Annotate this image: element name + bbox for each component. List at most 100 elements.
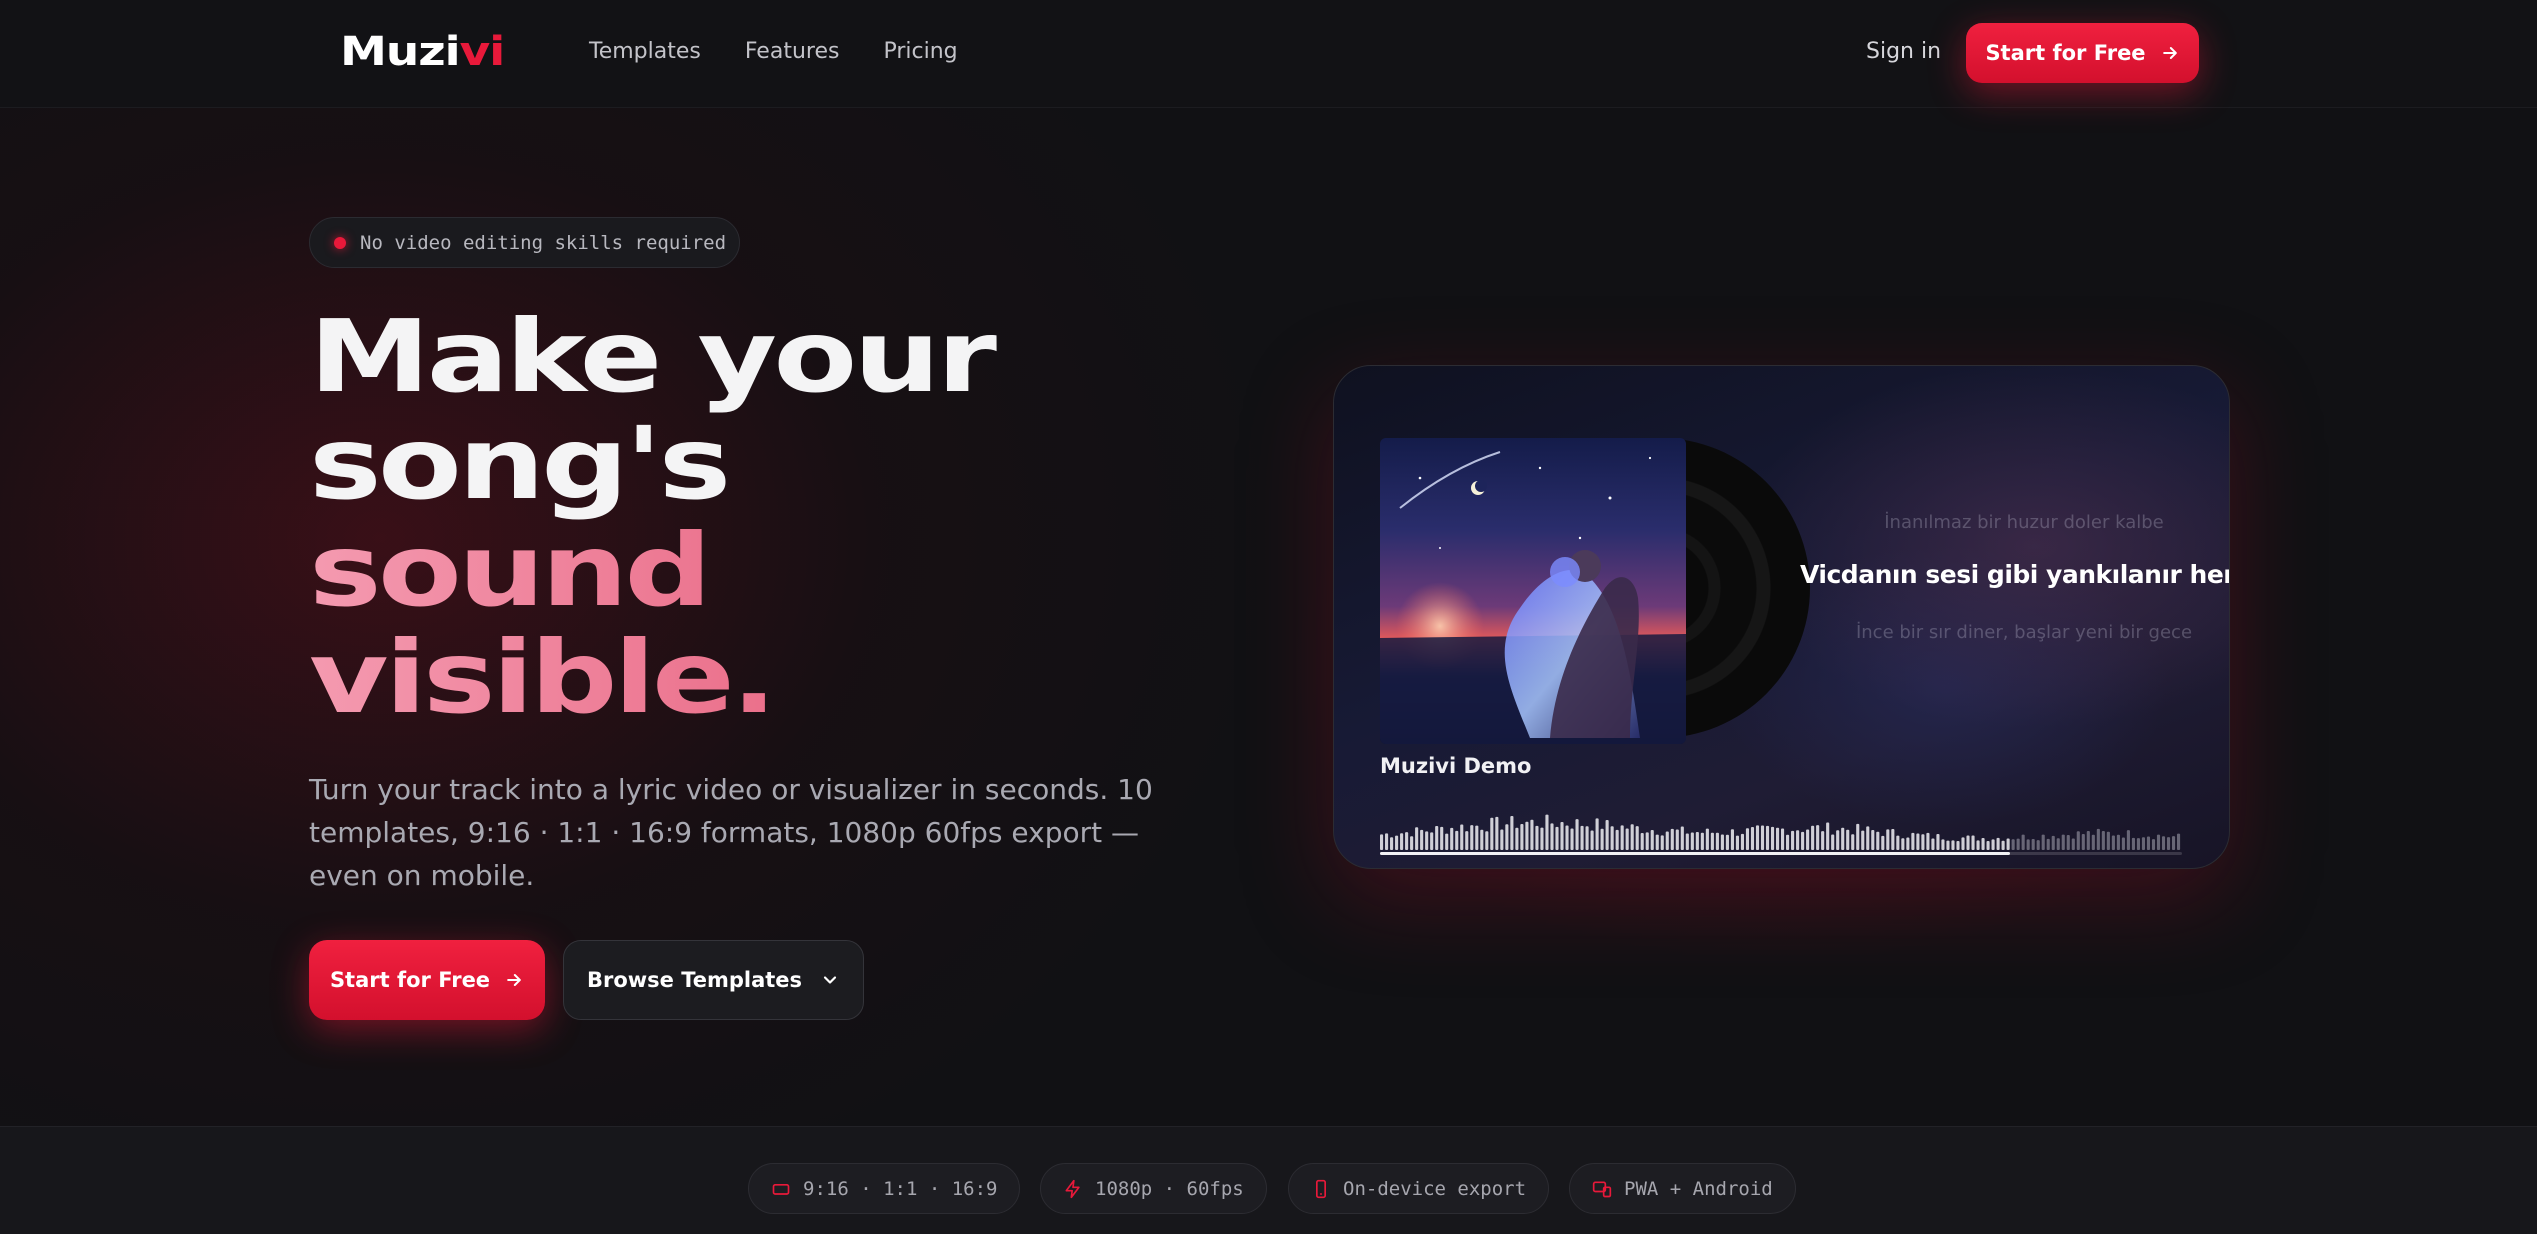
- waveform-bar: [1615, 829, 1619, 850]
- waveform-bar: [1660, 835, 1664, 850]
- waveform-bar: [1550, 823, 1554, 850]
- waveform-bar: [1786, 834, 1790, 850]
- waveform-bar: [1425, 831, 1429, 850]
- waveform-bar: [2066, 834, 2070, 850]
- waveform-bar: [1635, 826, 1639, 850]
- waveform-bar: [1831, 834, 1835, 850]
- chevron-down-icon: [823, 976, 837, 984]
- waveform-bar: [1906, 837, 1910, 850]
- waveform-bar: [1936, 834, 1940, 850]
- waveform-bar: [2091, 834, 2095, 850]
- waveform-bar: [1861, 830, 1865, 850]
- waveform-bar: [2136, 838, 2140, 850]
- waveform-bar: [1916, 833, 1920, 850]
- nav-links: Templates Features Pricing: [589, 36, 958, 68]
- logo[interactable]: Muzivi: [340, 30, 505, 74]
- browse-templates-label: Browse Templates: [586, 968, 803, 992]
- waveform-bar: [1645, 832, 1649, 850]
- waveform-bar: [2166, 837, 2171, 850]
- playback-progress-bar[interactable]: [1380, 852, 2182, 855]
- aspect-ratio-icon: [772, 1183, 790, 1195]
- sign-in-link[interactable]: Sign in: [1866, 36, 1941, 68]
- waveform-bar: [1891, 828, 1895, 850]
- waveform-bar: [1670, 828, 1674, 850]
- nav-link-pricing[interactable]: Pricing: [883, 36, 957, 68]
- lyric-previous-line: İnanılmaz bir huzur doler kalbe: [1884, 512, 2164, 533]
- waveform-bar: [2116, 834, 2120, 850]
- waveform-bar: [1926, 832, 1930, 850]
- waveform-bar: [1951, 840, 1955, 850]
- waveform-bar: [1806, 829, 1810, 850]
- waveform-bar: [1440, 826, 1444, 850]
- waveform-bar: [2001, 840, 2005, 850]
- waveform-bar: [1966, 835, 1970, 850]
- hero-subtext: Turn your track into a lyric video or vi…: [309, 773, 1153, 892]
- waveform-bar: [2176, 833, 2181, 850]
- waveform-bar: [1921, 834, 1925, 850]
- waveform-bar: [1540, 827, 1544, 850]
- waveform-bar: [1585, 826, 1589, 850]
- waveform-bar: [1455, 830, 1459, 850]
- waveform-bar: [1760, 825, 1765, 850]
- waveform-bar: [1445, 833, 1449, 850]
- waveform-bar: [1625, 828, 1629, 850]
- browse-templates-button[interactable]: Browse Templates: [563, 940, 864, 1020]
- waveform-bar: [1560, 821, 1564, 850]
- feature-strip: 9:16 · 1:1 · 16:9 1080p · 60fps On-devic…: [0, 1126, 2537, 1234]
- phone-icon: [1316, 1179, 1326, 1198]
- waveform-bar: [1750, 826, 1755, 850]
- waveform-bar: [2161, 836, 2166, 850]
- waveform-bar: [2011, 839, 2015, 850]
- nav-link-templates[interactable]: Templates: [589, 36, 701, 68]
- top-nav: Muzivi Templates Features Pricing Sign i…: [0, 0, 2537, 108]
- waveform-bar: [1996, 837, 2000, 850]
- waveform-bar: [2121, 837, 2125, 850]
- waveform-bar: [1740, 833, 1745, 850]
- waveform-bar: [1515, 827, 1519, 850]
- waveform-bar: [1801, 831, 1805, 850]
- feature-formats-label: 9:16 · 1:1 · 16:9: [803, 1177, 998, 1200]
- waveform-bar: [1430, 832, 1434, 850]
- waveform-bar: [1976, 840, 1980, 850]
- waveform-bar: [1435, 825, 1439, 850]
- waveform-bar: [1961, 837, 1965, 850]
- waveform-bar: [1871, 830, 1875, 850]
- waveform-bar: [1575, 819, 1579, 850]
- waveform-bar: [1565, 825, 1569, 850]
- track-title: Muzivi Demo: [1380, 754, 1532, 778]
- waveform-bar: [1495, 816, 1499, 850]
- waveform-bar: [1390, 837, 1394, 850]
- page: Muzivi Templates Features Pricing Sign i…: [0, 0, 2537, 1234]
- waveform-bar: [1896, 835, 1900, 850]
- waveform-bar: [2051, 835, 2055, 850]
- waveform-bar: [2141, 837, 2146, 850]
- waveform-bar: [2076, 831, 2080, 850]
- nav-start-free-button[interactable]: Start for Free: [1966, 23, 2199, 83]
- waveform-bar: [2081, 833, 2085, 850]
- waveform-bar: [1470, 825, 1474, 850]
- waveform-bar: [1735, 835, 1739, 850]
- waveform-bar: [1610, 826, 1614, 850]
- waveform-bar: [1400, 833, 1404, 850]
- waveform-bar: [1720, 834, 1724, 850]
- waveform-bar: [1595, 818, 1599, 850]
- waveform-bar: [1911, 832, 1915, 850]
- waveform-bar: [2171, 836, 2176, 850]
- waveform-bar: [1475, 825, 1479, 850]
- waveform-bar: [1570, 828, 1574, 850]
- waveform-bar: [1460, 824, 1464, 850]
- feature-pill-quality: 1080p · 60fps: [1040, 1163, 1267, 1214]
- waveform-bar: [1881, 835, 1885, 850]
- arrow-right-icon: [2162, 47, 2177, 59]
- bolt-icon: [1065, 1179, 1080, 1198]
- hero-start-free-button[interactable]: Start for Free: [309, 940, 545, 1020]
- nav-link-features[interactable]: Features: [745, 36, 840, 68]
- waveform-bar: [1685, 833, 1689, 850]
- hero-badge: No video editing skills required: [309, 217, 740, 268]
- feature-quality-label: 1080p · 60fps: [1095, 1177, 1244, 1200]
- waveform-bar: [1490, 817, 1494, 850]
- waveform-bar: [1395, 835, 1399, 850]
- waveform-bar: [1851, 834, 1855, 850]
- video-preview-card[interactable]: Muzivi Demo İnanılmaz bir huzur doler ka…: [1333, 365, 2230, 869]
- nav-start-free-label: Start for Free: [1985, 41, 2146, 65]
